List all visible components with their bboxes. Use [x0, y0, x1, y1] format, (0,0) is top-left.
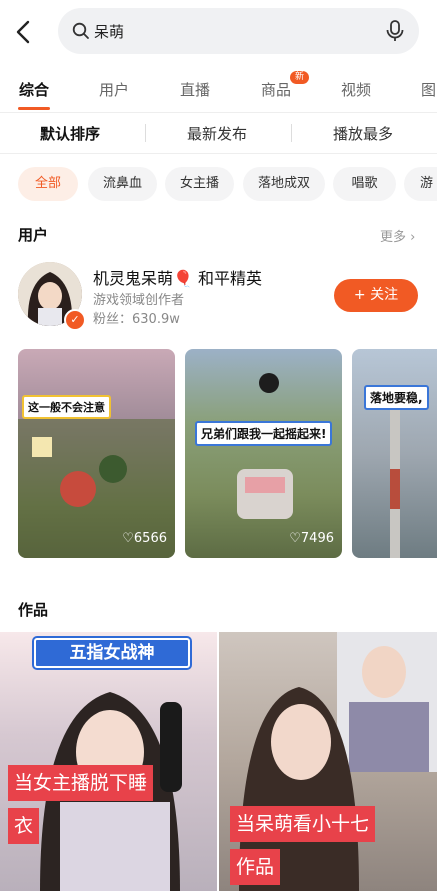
work-caption: 当呆萌看小十七 [230, 806, 376, 842]
sort-most-played[interactable]: 播放最多 [333, 123, 393, 144]
tab-users[interactable]: 用户 [99, 79, 129, 100]
active-tab-indicator [18, 107, 50, 110]
video-caption: 这一般不会注意 [22, 395, 111, 419]
video-caption: 兄弟们跟我一起摇起来! [195, 421, 333, 446]
tab-comprehensive[interactable]: 综合 [19, 79, 49, 100]
video-card[interactable]: 兄弟们跟我一起摇起来! ♡7496 [185, 349, 342, 558]
sort-divider [291, 124, 292, 142]
sort-divider [145, 124, 146, 142]
video-card[interactable]: 落地要稳, [352, 349, 437, 558]
work-caption: 作品 [230, 849, 281, 885]
verified-badge-icon: ✓ [64, 309, 86, 331]
back-arrow-icon [16, 20, 30, 44]
video-likes: ♡6566 [122, 531, 167, 546]
tab-products[interactable]: 商品 [261, 79, 291, 100]
video-likes: ♡7496 [289, 531, 334, 546]
works-section-title: 作品 [18, 601, 49, 619]
work-card[interactable] [0, 632, 217, 891]
search-bar[interactable]: 呆萌 [58, 8, 419, 54]
chip-landing-pair[interactable]: 落地成双 [243, 167, 325, 201]
heart-icon: ♡ [122, 531, 134, 546]
video-thumbnail [18, 419, 175, 558]
search-input[interactable]: 呆萌 [94, 21, 124, 42]
video-thumbnail [237, 373, 293, 519]
user-bio: 游戏领域创作者 [93, 293, 185, 308]
video-thumbnail [390, 409, 400, 558]
work-caption: 衣 [8, 808, 40, 844]
chip-games[interactable]: 游 [404, 167, 437, 201]
chip-nosebleed[interactable]: 流鼻血 [88, 167, 157, 201]
microphone-icon[interactable] [384, 19, 406, 43]
follow-button[interactable]: + 关注 [334, 279, 418, 312]
work-caption: 当女主播脱下睡 [8, 765, 154, 801]
tab-images[interactable]: 图 [421, 79, 436, 100]
video-card[interactable]: 这一般不会注意 ♡6566 [18, 349, 175, 558]
category-tabs: 综合 用户 直播 商品 视频 图 [0, 66, 437, 113]
chevron-right-icon: › [410, 230, 416, 245]
chip-all[interactable]: 全部 [18, 167, 78, 201]
work-banner: 五指女战神 [34, 638, 190, 668]
sort-default[interactable]: 默认排序 [40, 123, 100, 144]
user-fans-count: 粉丝：630.9w [93, 312, 180, 327]
sort-bar: 默认排序 最新发布 播放最多 [0, 113, 437, 154]
video-caption: 落地要稳, [364, 385, 429, 410]
chip-singing[interactable]: 唱歌 [333, 167, 396, 201]
users-section-title: 用户 [18, 226, 49, 244]
heart-icon: ♡ [289, 531, 301, 546]
chip-female-streamer[interactable]: 女主播 [165, 167, 234, 201]
tab-videos[interactable]: 视频 [341, 79, 371, 100]
work-thumbnail [40, 692, 182, 891]
new-badge: 新 [290, 71, 309, 84]
back-button[interactable] [12, 18, 36, 46]
tab-live[interactable]: 直播 [180, 79, 210, 100]
sort-newest[interactable]: 最新发布 [187, 123, 247, 144]
search-icon [72, 22, 89, 39]
user-name[interactable]: 机灵鬼呆萌🎈 和平精英 [93, 265, 262, 289]
more-users-link[interactable]: 更多 › [380, 226, 415, 245]
